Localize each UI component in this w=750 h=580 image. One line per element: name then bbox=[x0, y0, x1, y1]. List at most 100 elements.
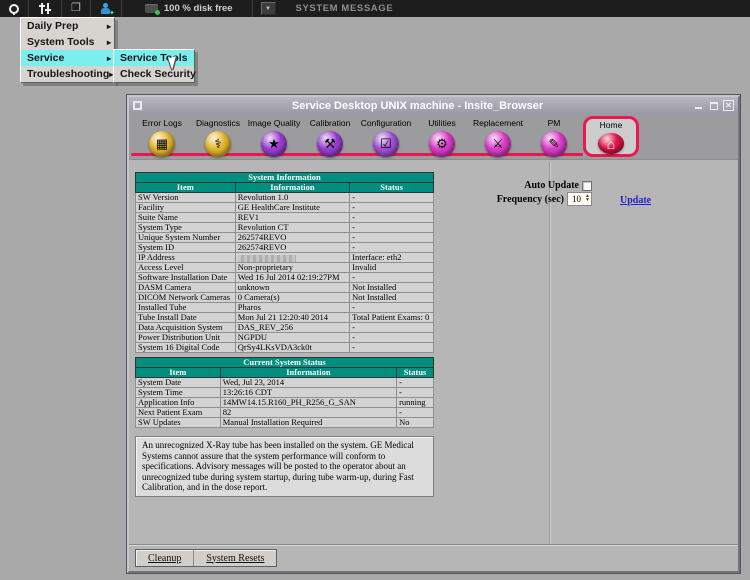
table-cell: NGPDU bbox=[235, 333, 349, 343]
filter-tool-button[interactable] bbox=[29, 0, 62, 17]
system-message-label: SYSTEM MESSAGE bbox=[296, 3, 394, 14]
message-dropdown-cell: ▼ bbox=[252, 0, 284, 17]
table-cell: running bbox=[397, 398, 434, 408]
menu-item-label: Troubleshooting bbox=[27, 68, 109, 80]
lamp-tool-button[interactable] bbox=[0, 0, 29, 17]
table-cell: - bbox=[350, 203, 434, 213]
table-cell: Non-proprietary bbox=[235, 263, 349, 273]
column-header-item: Item bbox=[136, 368, 221, 378]
disk-icon bbox=[145, 4, 158, 13]
table-row: Installed TubePharos- bbox=[136, 303, 434, 313]
tab-image-quality[interactable]: Image Quality★ bbox=[246, 116, 302, 157]
close-button[interactable]: ✕ bbox=[723, 100, 734, 111]
menu-item-system-tools[interactable]: System Tools ▸ bbox=[21, 34, 114, 50]
user-tool-button[interactable]: ✦ bbox=[91, 0, 122, 17]
maximize-button[interactable] bbox=[708, 100, 719, 111]
menu-item-label: Service bbox=[27, 52, 64, 64]
tab-home[interactable]: Home⌂ bbox=[583, 116, 639, 157]
window-title: Service Desktop UNIX machine - Insite_Br… bbox=[142, 100, 693, 112]
tab-error-logs[interactable]: Error Logs▦ bbox=[134, 116, 190, 157]
system-information-table: System InformationItemInformationStatusS… bbox=[135, 172, 434, 353]
table-cell: Suite Name bbox=[136, 213, 236, 223]
clipboard-tool-button[interactable]: ❐ bbox=[62, 0, 91, 17]
table-cell: GE HealthCare Institute bbox=[235, 203, 349, 213]
current-system-status-table: Current System StatusItemInformationStat… bbox=[135, 357, 434, 428]
submenu-arrow-icon: ▸ bbox=[107, 54, 111, 63]
tab-replacement[interactable]: Replacement⚔ bbox=[470, 116, 526, 157]
table-row: SW UpdatesManual Installation RequiredNo bbox=[136, 418, 434, 428]
submenu: Service Tools Check Security bbox=[113, 49, 195, 83]
frequency-label: Frequency (sec) bbox=[497, 194, 564, 205]
system-resets-button[interactable]: System Resets bbox=[194, 550, 276, 566]
top-menubar: ❐ ✦ 100 % disk free ▼ SYSTEM MESSAGE bbox=[0, 0, 750, 17]
table-cell: 14MW14.15.R160_PH_R256_G_SAN bbox=[220, 398, 396, 408]
cleanup-button[interactable]: Cleanup bbox=[136, 550, 194, 566]
table-cell: Mon Jul 21 12:20:40 2014 bbox=[235, 313, 349, 323]
column-header-information: Information bbox=[235, 183, 349, 193]
table-cell: System Time bbox=[136, 388, 221, 398]
utilities-icon: ⚙ bbox=[429, 131, 455, 157]
minimize-button[interactable] bbox=[693, 100, 704, 111]
submenu-arrow-icon: ▸ bbox=[107, 38, 111, 47]
tab-calibration[interactable]: Calibration⚒ bbox=[302, 116, 358, 157]
auto-update-checkbox[interactable] bbox=[582, 181, 592, 191]
table-cell: - bbox=[350, 323, 434, 333]
table-cell: System Date bbox=[136, 378, 221, 388]
table-cell: - bbox=[350, 333, 434, 343]
window-system-icon[interactable] bbox=[133, 101, 142, 110]
table-cell: Next Patient Exam bbox=[136, 408, 221, 418]
spinner-arrows-icon[interactable]: ▲▼ bbox=[585, 195, 591, 203]
table-cell: 0 Camera(s) bbox=[235, 293, 349, 303]
tab-strip: Error Logs▦ Diagnostics ⚕ Image Quality★Cal… bbox=[129, 114, 738, 159]
message-dropdown-button[interactable]: ▼ bbox=[261, 2, 276, 15]
table-cell: Data Acquisition System bbox=[136, 323, 236, 333]
table-cell: SW Updates bbox=[136, 418, 221, 428]
tab-pm[interactable]: PM✎ bbox=[526, 116, 582, 157]
table-cell: - bbox=[397, 408, 434, 418]
menu-item-label: System Tools bbox=[27, 36, 95, 48]
menu-item-label: Check Security bbox=[120, 68, 196, 80]
tab-label: Diagnostics bbox=[196, 118, 240, 128]
table-cell: Access Level bbox=[136, 263, 236, 273]
tab-configuration[interactable]: Configuration☑ bbox=[358, 116, 414, 157]
update-link[interactable]: Update bbox=[620, 195, 651, 206]
table-cell: 262574REVO bbox=[235, 243, 349, 253]
frequency-spinner[interactable]: 10 ▲▼ bbox=[567, 192, 592, 206]
table-cell: DICOM Network Cameras bbox=[136, 293, 236, 303]
menu-item-troubleshooting[interactable]: Troubleshooting▸ bbox=[21, 66, 114, 82]
table-cell: - bbox=[397, 378, 434, 388]
submenu-item-check-security[interactable]: Check Security bbox=[114, 66, 194, 82]
table-cell: Total Patient Exams: 0 bbox=[350, 313, 434, 323]
tab-diagnostics[interactable]: Diagnostics ⚕ bbox=[190, 116, 246, 157]
table-row: Data Acquisition SystemDAS_REV_256- bbox=[136, 323, 434, 333]
table-row: System DateWed, Jul 23, 2014- bbox=[136, 378, 434, 388]
minimize-icon bbox=[695, 102, 702, 109]
table-cell: unknown bbox=[235, 283, 349, 293]
calibration-icon: ⚒ bbox=[317, 131, 343, 157]
filter-sliders-icon bbox=[38, 3, 52, 14]
tab-utilities[interactable]: Utilities⚙ bbox=[414, 116, 470, 157]
table-cell: REV1 bbox=[235, 213, 349, 223]
table-cell: Invalid bbox=[350, 263, 434, 273]
menu-item-label: Daily Prep bbox=[27, 20, 78, 32]
column-header-status: Status bbox=[350, 183, 434, 193]
table-row: System Time13:26:16 CDT- bbox=[136, 388, 434, 398]
table-row: DICOM Network Cameras0 Camera(s)Not Inst… bbox=[136, 293, 434, 303]
disk-free-label: 100 % disk free bbox=[158, 3, 243, 14]
window-content: System Information Item InformationStatus S… bbox=[129, 159, 738, 571]
table-row: DASM CameraunknownNot Installed bbox=[136, 283, 434, 293]
tab-label: PM bbox=[548, 118, 561, 128]
diagnostics-icon: ⚕ bbox=[205, 131, 231, 157]
table-row: Software Installation DateWed 16 Jul 201… bbox=[136, 273, 434, 283]
menu-item-daily-prep[interactable]: Daily Prep ▸ bbox=[21, 18, 114, 34]
maximize-icon bbox=[710, 102, 718, 110]
menu-item-service[interactable]: Service ▸ bbox=[21, 50, 114, 66]
table-row: Tube Install DateMon Jul 21 12:20:40 201… bbox=[136, 313, 434, 323]
submenu-arrow-icon: ▸ bbox=[107, 22, 111, 31]
table-cell: - bbox=[350, 303, 434, 313]
table-title: Current System Status bbox=[136, 358, 434, 368]
submenu-item-service-tools[interactable]: Service Tools bbox=[114, 50, 194, 66]
table-cell: - bbox=[350, 273, 434, 283]
window-titlebar[interactable]: Service Desktop UNIX machine - Insite_Br… bbox=[129, 97, 738, 114]
table-title: System Information bbox=[136, 173, 434, 183]
